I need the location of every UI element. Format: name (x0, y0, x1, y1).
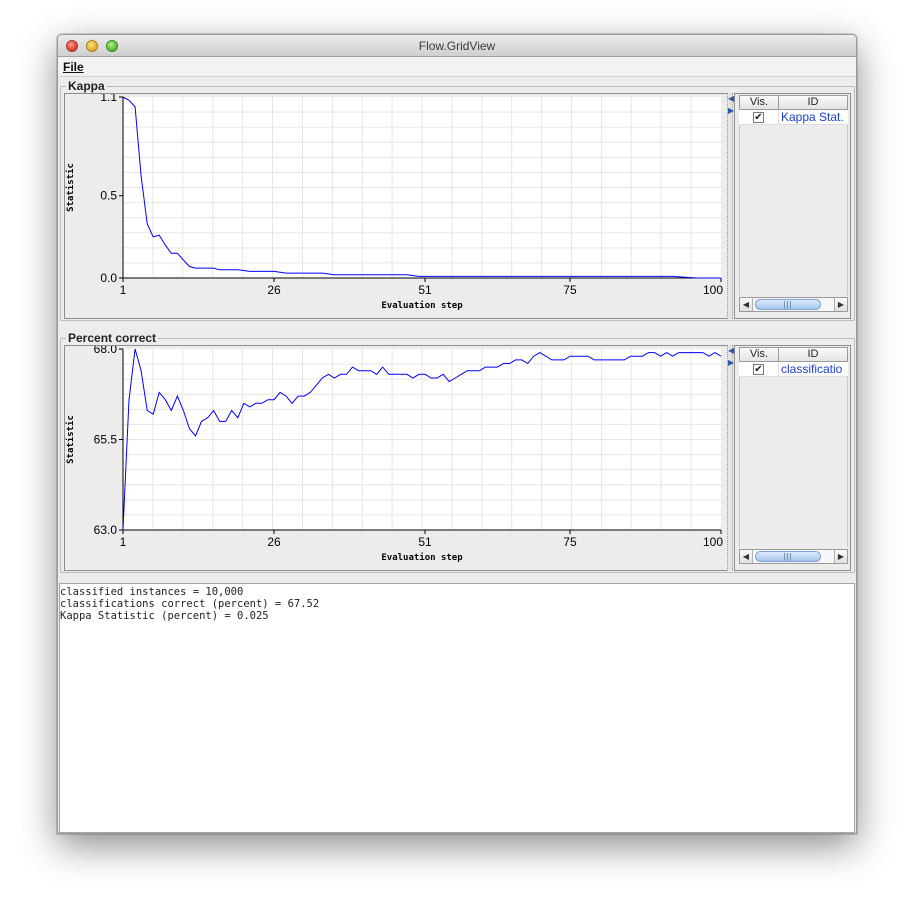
y-tick-label: 63.0 (94, 523, 118, 537)
y-axis-label: Statistic (65, 163, 76, 212)
legend-vis-cell: ✔ (739, 110, 779, 125)
splitter[interactable]: ◀ ▶ (727, 345, 734, 571)
legend-series-id[interactable]: Kappa Stat. (779, 110, 848, 124)
y-tick-label: 1.1 (100, 94, 117, 104)
y-tick-label: 0.0 (100, 271, 117, 285)
x-tick-label: 51 (418, 283, 432, 297)
main-window: Flow.GridView File Kappa 1 26 51 75 100 1.1 0.… (57, 34, 857, 834)
legend-empty-area (739, 377, 848, 547)
horizontal-scrollbar[interactable]: ◀ ||| ▶ (739, 549, 848, 564)
percent-correct-chart: 1 26 51 75 100 68.0 65.5 63.0 Evaluation step Sta… (65, 346, 723, 563)
x-tick-label: 100 (703, 283, 723, 297)
splitter[interactable]: ◀ ▶ (727, 93, 734, 319)
legend-vis-cell: ✔ (739, 362, 779, 377)
visibility-checkbox[interactable]: ✔ (753, 112, 764, 123)
grid (123, 349, 721, 530)
percent-correct-plot: 1 26 51 75 100 68.0 65.5 63.0 Evaluation step Sta… (64, 345, 728, 571)
legend-table: Vis. ID ✔ classificatio ◀ ||| ▶ (734, 345, 851, 571)
scroll-left-icon[interactable]: ◀ (740, 298, 753, 311)
grid (123, 97, 721, 278)
x-tick-label: 26 (267, 283, 281, 297)
visibility-checkbox[interactable]: ✔ (753, 364, 764, 375)
x-tick-label: 75 (563, 535, 577, 549)
x-axis-label: Evaluation step (381, 552, 463, 563)
legend-table: Vis. ID ✔ Kappa Stat. ◀ ||| ▶ (734, 93, 851, 319)
legend-empty-area (739, 125, 848, 295)
scroll-right-icon[interactable]: ▶ (834, 298, 847, 311)
scroll-thumb[interactable]: ||| (755, 551, 821, 562)
y-axis-label: Statistic (65, 415, 76, 464)
x-tick-label: 100 (703, 535, 723, 549)
scroll-left-icon[interactable]: ◀ (740, 550, 753, 563)
percent-correct-panel: Percent correct 1 26 51 75 100 68.0 65.5 63.0 Ev… (60, 331, 855, 579)
legend-series-id[interactable]: classificatio (779, 362, 848, 376)
scroll-thumb[interactable]: ||| (755, 299, 821, 310)
kappa-chart: 1 26 51 75 100 1.1 0.5 0.0 Evaluation step Statis… (65, 94, 723, 311)
title-bar[interactable]: Flow.GridView (58, 35, 856, 57)
output-line: classified instances = 10,000 (60, 586, 244, 598)
scroll-right-icon[interactable]: ▶ (834, 550, 847, 563)
legend-row[interactable]: ✔ Kappa Stat. (739, 110, 848, 125)
y-tick-label: 65.5 (94, 433, 118, 447)
x-tick-label: 1 (120, 535, 127, 549)
vis-column-header[interactable]: Vis. (739, 347, 779, 362)
x-tick-label: 26 (267, 535, 281, 549)
window-title: Flow.GridView (418, 39, 496, 53)
output-text-area[interactable]: classified instances = 10,000 classifica… (59, 583, 855, 833)
id-column-header[interactable]: ID (779, 347, 848, 362)
panel-title: Percent correct (66, 331, 159, 345)
horizontal-scrollbar[interactable]: ◀ ||| ▶ (739, 297, 848, 312)
id-column-header[interactable]: ID (779, 95, 848, 110)
x-tick-label: 51 (418, 535, 432, 549)
legend-header: Vis. ID (739, 95, 848, 110)
menu-bar: File (58, 57, 856, 77)
legend-header: Vis. ID (739, 347, 848, 362)
kappa-plot: 1 26 51 75 100 1.1 0.5 0.0 Evaluation step Statis… (64, 93, 728, 319)
panel-title: Kappa (66, 79, 107, 93)
x-tick-label: 75 (563, 283, 577, 297)
menu-file-label: File (63, 60, 84, 74)
output-line: Kappa Statistic (percent) = 0.025 (60, 610, 269, 622)
output-line: classifications correct (percent) = 67.5… (60, 598, 320, 610)
y-tick-label: 68.0 (94, 346, 118, 356)
menu-file[interactable]: File (63, 60, 84, 74)
kappa-panel: Kappa 1 26 51 75 100 1.1 0.5 0.0 Evaluation step… (60, 79, 855, 327)
y-tick-label: 0.5 (100, 189, 117, 203)
vis-column-header[interactable]: Vis. (739, 95, 779, 110)
legend-row[interactable]: ✔ classificatio (739, 362, 848, 377)
x-axis-label: Evaluation step (381, 300, 463, 311)
x-tick-label: 1 (120, 283, 127, 297)
